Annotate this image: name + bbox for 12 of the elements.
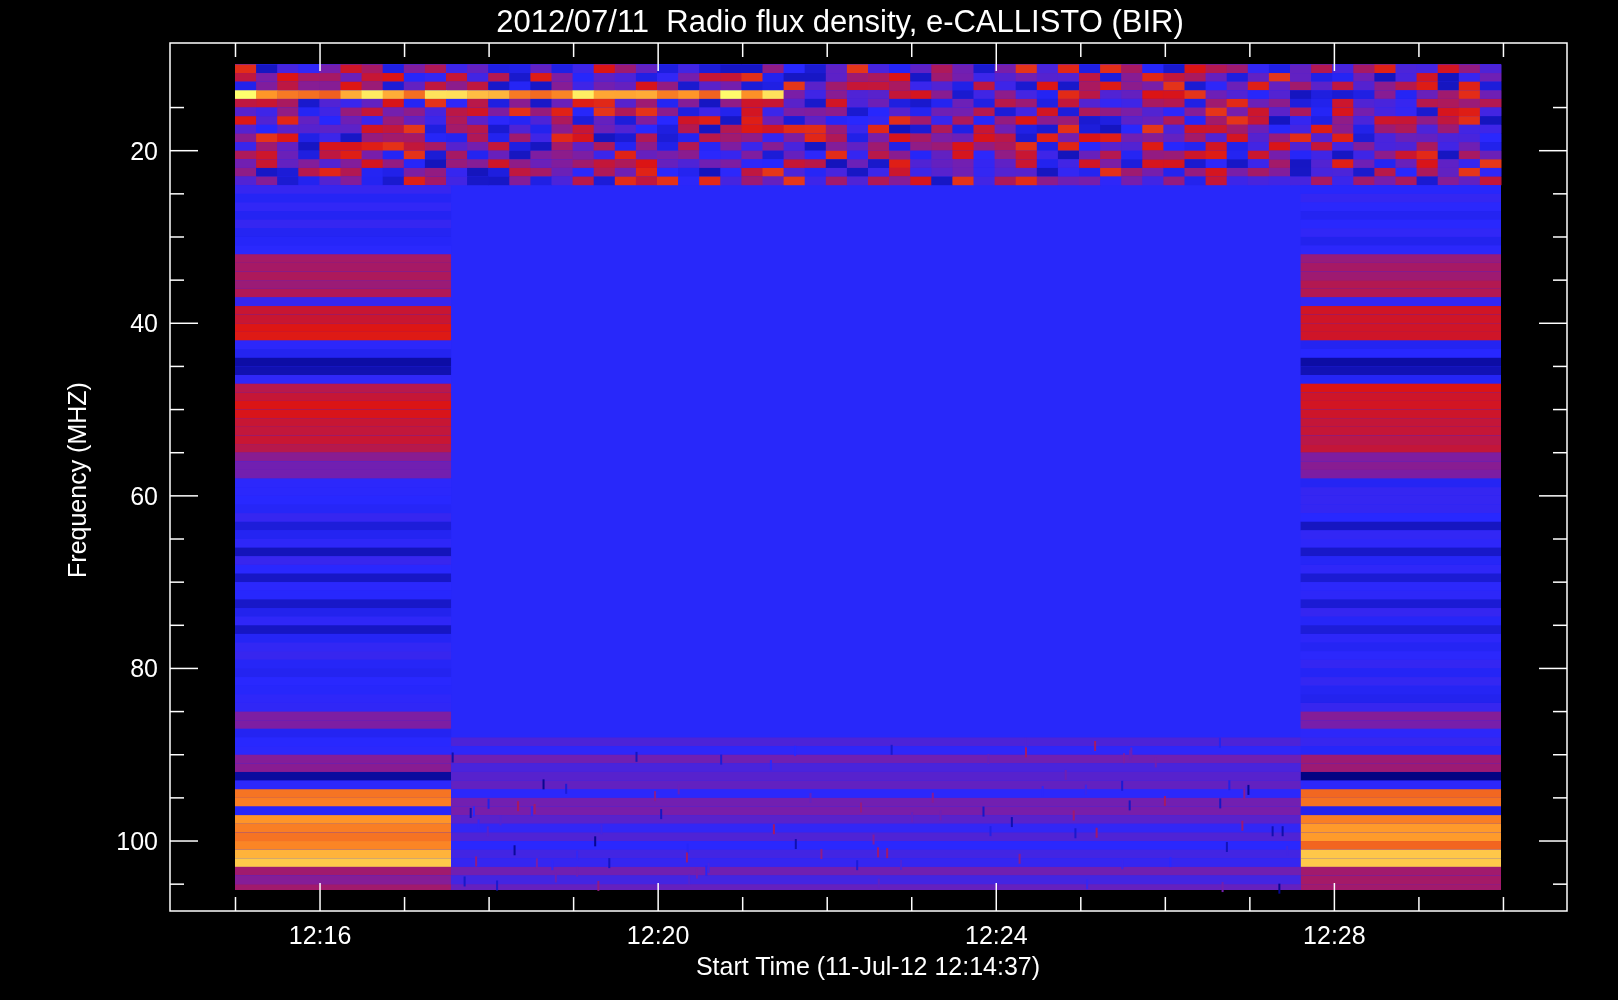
axis-tick-label: 100	[116, 827, 158, 855]
axis-tick-label: 12:24	[965, 921, 1028, 949]
axis-tick-label: 40	[130, 309, 158, 338]
axis-tick-label: 20	[130, 136, 158, 165]
axis-tick-label: 60	[130, 481, 158, 510]
axis-tick-label: 12:16	[288, 921, 352, 949]
axis-tick-label: 80	[130, 654, 158, 683]
chart-title: 2012/07/11 Radio flux density, e-CALLISTO (BIR)	[496, 4, 1184, 39]
axis-title: Frequency (MHZ)	[63, 382, 91, 578]
axis-tick-label: 12:20	[626, 921, 690, 949]
axis-title: Start Time (11-Jul-12 12:14:37)	[695, 952, 1041, 980]
axis-tick-label: 12:28	[1303, 921, 1366, 949]
